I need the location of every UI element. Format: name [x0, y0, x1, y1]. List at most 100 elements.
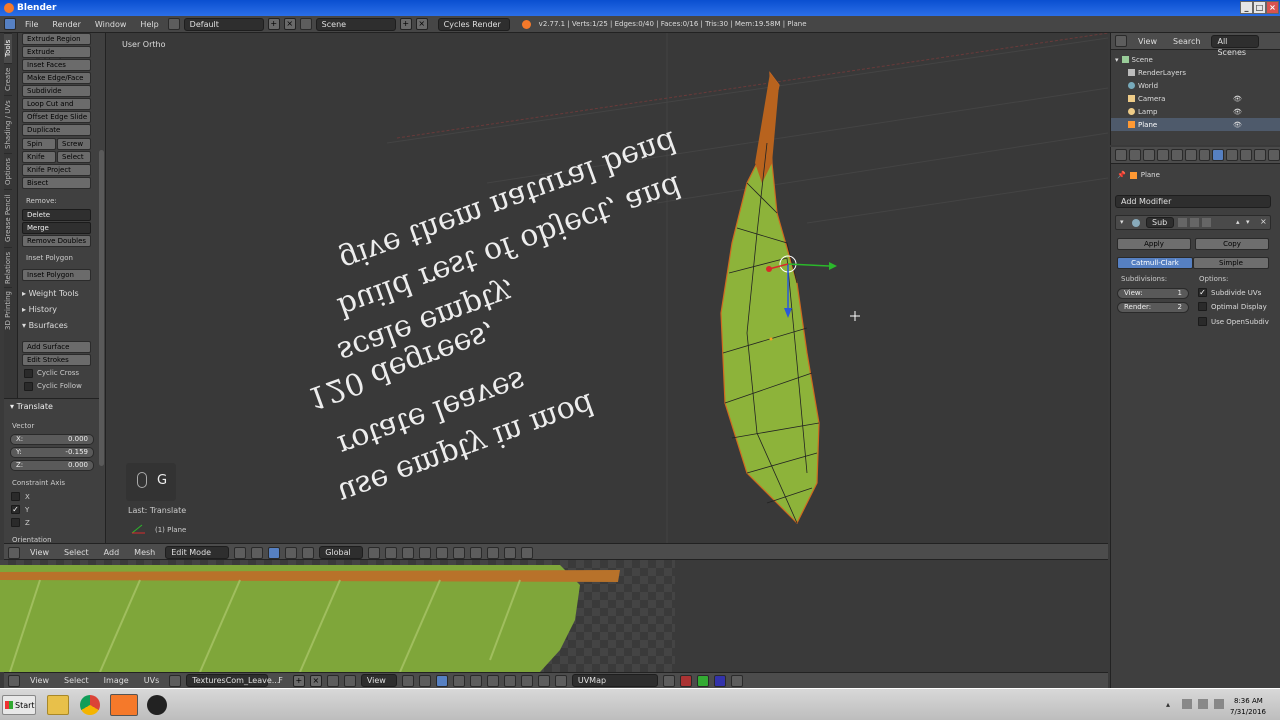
render-props-icon[interactable] — [1128, 149, 1141, 161]
weight-tools-panel[interactable]: ▸ Weight Tools — [22, 289, 79, 298]
screw-button[interactable]: Screw — [57, 138, 91, 150]
modifiers-props-icon[interactable] — [1212, 149, 1225, 161]
loop-cut-slide-button[interactable]: Loop Cut and Slide — [22, 98, 91, 118]
modifier-name-field[interactable]: Sub — [1146, 217, 1174, 228]
uv-menu-select[interactable]: Select — [59, 676, 94, 685]
make-edge-face-button[interactable]: Make Edge/Face — [22, 72, 91, 84]
layout-icon[interactable] — [167, 18, 180, 30]
uv-face-icon[interactable] — [469, 674, 482, 687]
texture-props-icon[interactable] — [1254, 149, 1267, 161]
apply-button[interactable]: Apply — [1117, 238, 1191, 250]
tray-expand-icon[interactable]: ▴ — [1166, 700, 1170, 709]
start-button[interactable]: Start — [2, 695, 36, 715]
outliner-item-lamp[interactable]: Lamp 👁 — [1111, 105, 1280, 118]
operator-title[interactable]: ▾ Translate — [10, 402, 53, 411]
menu-file[interactable]: File — [20, 20, 43, 29]
inset-faces-button[interactable]: Inset Faces — [22, 59, 91, 71]
menu-window[interactable]: Window — [90, 20, 132, 29]
render-icon[interactable] — [504, 546, 517, 559]
image-name-field[interactable]: TexturesCom_Leave... — [186, 674, 279, 687]
tab-relations[interactable]: Relations — [4, 247, 12, 287]
subdivide-uvs-checkbox[interactable]: ✓ — [1198, 288, 1207, 297]
pivot-icon[interactable] — [251, 546, 264, 559]
outliner-item-scene[interactable]: ▾ Scene — [1111, 53, 1280, 66]
view-levels-field[interactable]: View: 1 — [1117, 288, 1189, 299]
catmull-clark-button[interactable]: Catmull-Clark — [1117, 257, 1193, 269]
modifier-up-icon[interactable]: ▴ — [1236, 218, 1240, 226]
mode-select[interactable]: Edit Mode — [165, 546, 230, 559]
remove-doubles-button[interactable]: Remove Doubles — [22, 235, 91, 247]
lock-icon[interactable] — [730, 674, 743, 687]
remove-scene-button[interactable]: × — [415, 18, 428, 30]
vector-z-field[interactable]: Z: 0.000 — [10, 460, 94, 471]
uv-editor-icon[interactable] — [8, 674, 20, 687]
material-props-icon[interactable] — [1240, 149, 1253, 161]
duplicate-button[interactable]: Duplicate — [22, 124, 91, 136]
outliner-item-camera[interactable]: Camera 👁 — [1111, 92, 1280, 105]
uv-view-mode-icon[interactable] — [343, 674, 356, 687]
channel-blue-icon[interactable] — [713, 674, 726, 687]
scene-props-icon[interactable] — [1156, 149, 1169, 161]
unlink-image-button[interactable]: × — [309, 674, 322, 687]
outliner-menu-search[interactable]: Search — [1168, 37, 1205, 46]
manipulator-icon[interactable] — [268, 546, 281, 559]
blender-taskbar-icon[interactable] — [110, 694, 138, 716]
render-levels-field[interactable]: Render: 2 — [1117, 302, 1189, 313]
outliner-editor-icon[interactable] — [1115, 35, 1127, 47]
pin-icon[interactable] — [326, 674, 339, 687]
vertex-select-icon[interactable] — [368, 546, 381, 559]
uv-snap-target-icon[interactable] — [554, 674, 567, 687]
view3d-menu-select[interactable]: Select — [59, 548, 94, 557]
channel-rgb-icon[interactable] — [662, 674, 675, 687]
network-icon[interactable] — [1182, 699, 1192, 709]
world-props-icon[interactable] — [1170, 149, 1183, 161]
face-select-icon[interactable] — [402, 546, 415, 559]
bsurfaces-panel[interactable]: ▾ Bsurfaces — [22, 321, 68, 330]
tab-create[interactable]: Create — [4, 63, 12, 95]
knife-button[interactable]: Knife — [22, 151, 56, 163]
axis-y-checkbox[interactable]: ✓ — [11, 505, 20, 514]
fake-user-toggle[interactable]: F — [273, 676, 288, 685]
maximize-button[interactable]: □ — [1253, 1, 1266, 14]
toolshelf-scrollbar[interactable] — [99, 150, 104, 466]
cyclic-follow-checkbox[interactable] — [24, 382, 33, 391]
rotate-icon[interactable] — [302, 546, 315, 559]
chrome-taskbar-icon[interactable] — [80, 695, 100, 715]
camera-visibility-icon[interactable]: 👁 — [1233, 95, 1242, 103]
channel-red-icon[interactable] — [679, 674, 692, 687]
uv-view-select[interactable]: View — [360, 674, 397, 687]
modifier-remove-icon[interactable]: × — [1260, 217, 1267, 226]
copy-button[interactable]: Copy — [1195, 238, 1269, 250]
menu-help[interactable]: Help — [135, 20, 163, 29]
inset-polygon-button[interactable]: Inset Polygon — [22, 269, 91, 281]
layers-props-icon[interactable] — [1142, 149, 1155, 161]
outliner-item-plane[interactable]: Plane 👁 — [1111, 118, 1280, 131]
layout-select[interactable]: Default — [183, 17, 264, 31]
properties-editor-icon[interactable] — [1115, 149, 1127, 161]
power-icon[interactable] — [1214, 699, 1224, 709]
clock-date[interactable]: 7/31/2016 — [1230, 708, 1266, 716]
view3d-menu-mesh[interactable]: Mesh — [129, 548, 160, 557]
pin-context-icon[interactable]: 📌 — [1117, 171, 1126, 179]
minimize-button[interactable]: _ — [1240, 1, 1253, 14]
image-browse-icon[interactable] — [169, 674, 182, 687]
outliner-filter-select[interactable]: All Scenes — [1211, 34, 1260, 57]
data-props-icon[interactable] — [1226, 149, 1239, 161]
render-engine-select[interactable]: Cycles Render — [437, 17, 510, 31]
menu-render[interactable]: Render — [47, 20, 85, 29]
explorer-taskbar-icon[interactable] — [47, 695, 69, 715]
simple-button[interactable]: Simple — [1193, 257, 1269, 269]
scene-icon[interactable] — [299, 18, 312, 30]
knife-project-button[interactable]: Knife Project — [22, 164, 91, 176]
subdivide-button[interactable]: Subdivide — [22, 85, 91, 97]
spin-button[interactable]: Spin — [22, 138, 56, 150]
select-button[interactable]: Select — [57, 151, 91, 163]
optimal-display-checkbox[interactable] — [1198, 302, 1207, 311]
view3d-menu-add[interactable]: Add — [99, 548, 125, 557]
add-layout-button[interactable]: + — [267, 18, 280, 30]
bisect-button[interactable]: Bisect — [22, 177, 91, 189]
shading-icon[interactable] — [234, 546, 247, 559]
volume-icon[interactable] — [1198, 699, 1208, 709]
vector-x-field[interactable]: X: 0.000 — [10, 434, 94, 445]
vector-y-field[interactable]: Y: -0.159 — [10, 447, 94, 458]
